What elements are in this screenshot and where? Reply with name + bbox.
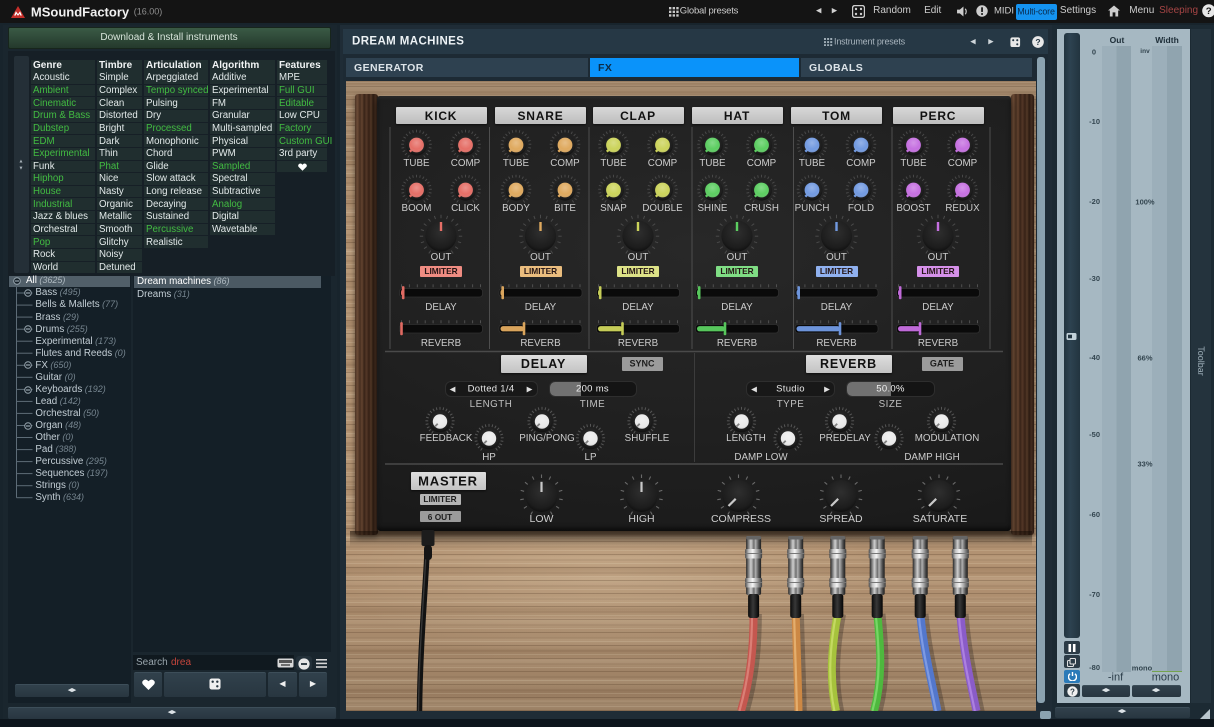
svg-text:?: ? xyxy=(1035,37,1040,47)
svg-text:?: ? xyxy=(1205,7,1211,18)
svg-text:?: ? xyxy=(1070,687,1075,696)
